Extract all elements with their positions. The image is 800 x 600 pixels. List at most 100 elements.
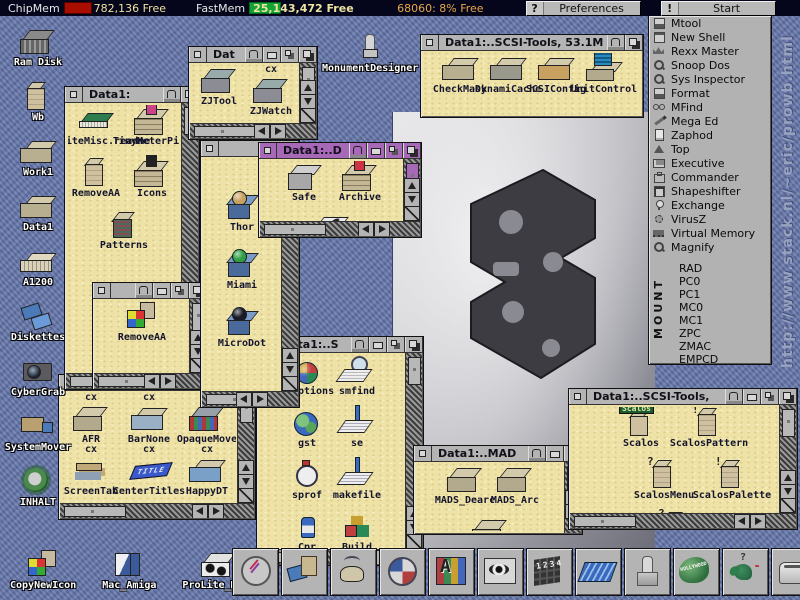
- lock-gadget[interactable]: [351, 337, 369, 352]
- icon-scalosmenu[interactable]: ?ScalosMenu: [630, 459, 698, 511]
- icon-gst[interactable]: gst: [282, 407, 332, 459]
- menu-item-format[interactable]: Format: [649, 86, 771, 100]
- vscroll-knob[interactable]: [408, 357, 421, 385]
- icon-scalospattern[interactable]: !ScalosPattern: [675, 407, 743, 459]
- icon-removeaa[interactable]: RemoveAA: [114, 301, 170, 353]
- scroll-right-arrow[interactable]: [374, 222, 390, 236]
- dock-image-viewer-button[interactable]: [477, 548, 524, 596]
- lock-gadget[interactable]: [725, 389, 743, 404]
- icon-centertitles[interactable]: cxTITLECenterTitles: [120, 445, 178, 497]
- iconify-gadget[interactable]: [153, 283, 171, 298]
- icon-sprof[interactable]: sprof: [282, 459, 332, 511]
- mount-item-pc0[interactable]: PC0: [667, 275, 771, 288]
- resize-gadget[interactable]: [404, 206, 420, 221]
- scroll-down-arrow[interactable]: [282, 362, 298, 377]
- scroll-down-arrow[interactable]: [780, 484, 796, 499]
- mount-item-empcd[interactable]: EMPCD: [667, 353, 771, 366]
- desktop-icon-cybergrab[interactable]: CyberGrab: [8, 356, 68, 398]
- close-gadget[interactable]: [65, 87, 83, 102]
- menu-item-mega-ed[interactable]: Mega Ed: [649, 114, 771, 128]
- depth-gadget[interactable]: [405, 337, 423, 352]
- horizontal-scrollbar[interactable]: [570, 513, 796, 528]
- mount-item-mc0[interactable]: MC0: [667, 301, 771, 314]
- icon-prolitemisc-readme[interactable]: ProLiteMisc.readme: [68, 105, 124, 157]
- depth-gadget[interactable]: [779, 389, 797, 404]
- scroll-right-arrow[interactable]: [160, 374, 176, 388]
- zoom-gadget[interactable]: [281, 47, 299, 62]
- dock-toaster-button[interactable]: [771, 548, 800, 596]
- icon-smfind[interactable]: smfind: [332, 355, 382, 407]
- menu-item-snoop-dos[interactable]: Snoop Dos: [649, 58, 771, 72]
- iconify-gadget[interactable]: [367, 143, 385, 158]
- icon-barnone[interactable]: cxBarNone: [120, 393, 178, 445]
- icon-zjtool[interactable]: ZJTool: [193, 65, 245, 117]
- close-gadget[interactable]: [259, 143, 277, 158]
- scroll-down-arrow[interactable]: [238, 474, 254, 489]
- menu-item-mfind[interactable]: MFind: [649, 100, 771, 114]
- lock-gadget[interactable]: [135, 283, 153, 298]
- icon-unitcontrol[interactable]: UnitControl: [580, 53, 628, 105]
- dock-clock-button[interactable]: [232, 548, 279, 596]
- mount-item-mc1[interactable]: MC1: [667, 314, 771, 327]
- close-gadget[interactable]: [569, 389, 587, 404]
- hscroll-knob[interactable]: [64, 506, 126, 517]
- icon-tinymeterpics[interactable]: TinyMeterPics: [124, 105, 180, 157]
- close-gadget[interactable]: [93, 283, 111, 298]
- scroll-down-arrow[interactable]: [300, 94, 316, 109]
- zoom-gadget[interactable]: [385, 143, 403, 158]
- dock-calculator-button[interactable]: 1234: [526, 548, 573, 596]
- horizontal-scrollbar[interactable]: [190, 123, 316, 138]
- icon-build[interactable]: Build: [332, 511, 382, 549]
- hscroll-knob[interactable]: [264, 224, 326, 235]
- scroll-left-arrow[interactable]: [192, 504, 208, 518]
- scroll-up-arrow[interactable]: [300, 80, 316, 95]
- dock-disk-tools-button[interactable]: [281, 548, 328, 596]
- dock-compass-button[interactable]: [379, 548, 426, 596]
- icon-zjwatch[interactable]: cxZJWatch: [245, 65, 297, 117]
- icon-happydt[interactable]: cxHappyDT: [178, 445, 236, 497]
- icon-scsiconfig[interactable]: SCSIConfig: [532, 53, 580, 105]
- icon-scalospalette[interactable]: !ScalosPalette: [698, 459, 766, 511]
- menu-item-rexx-master[interactable]: Rexx Master: [649, 44, 771, 58]
- icon-mads-arc[interactable]: MADS_Arc: [490, 464, 540, 516]
- desktop-icon-ram-disk[interactable]: Ram Disk: [8, 26, 68, 68]
- icon-archive[interactable]: Archive: [332, 161, 388, 213]
- horizontal-scrollbar[interactable]: [202, 391, 298, 406]
- menu-item-mtool[interactable]: Mtool: [649, 16, 771, 30]
- desktop-icon-monumentdesigner[interactable]: MonumentDesigner: [322, 32, 418, 74]
- scroll-left-arrow[interactable]: [254, 124, 270, 138]
- horizontal-scrollbar[interactable]: [60, 503, 254, 518]
- desktop-icon-systemmover[interactable]: SystemMover: [8, 411, 68, 453]
- icon-checkmask[interactable]: CheckMask: [436, 53, 484, 105]
- icon-dynamicache[interactable]: DynamiCache: [484, 53, 532, 105]
- close-gadget[interactable]: [201, 141, 219, 156]
- vertical-scrollbar[interactable]: [299, 63, 316, 123]
- desktop-icon-diskettes[interactable]: Diskettes: [8, 301, 68, 343]
- mount-item-zpc[interactable]: ZPC: [667, 327, 771, 340]
- dock-mouse-button[interactable]: [330, 548, 377, 596]
- icon-makefile[interactable]: makefile: [332, 459, 382, 511]
- close-gadget[interactable]: [414, 446, 432, 461]
- scroll-right-arrow[interactable]: [270, 124, 286, 138]
- depth-gadget[interactable]: [625, 35, 643, 50]
- preferences-button[interactable]: ? Preferences: [526, 1, 641, 16]
- desktop-icon-inhalt[interactable]: INHALT: [8, 466, 68, 508]
- titlebar[interactable]: Data1:..MAD: [414, 446, 582, 462]
- icon-icons[interactable]: Icons: [124, 157, 180, 209]
- icon-removeaa[interactable]: RemoveAA: [68, 157, 124, 209]
- horizontal-scrollbar[interactable]: [260, 221, 420, 236]
- menu-item-virtual-memory[interactable]: Virtual Memory: [649, 226, 771, 240]
- scroll-up-arrow[interactable]: [282, 348, 298, 363]
- dock-hollywood-button[interactable]: HOLLYWOOD: [673, 548, 720, 596]
- zoom-gadget[interactable]: [761, 389, 779, 404]
- zoom-gadget[interactable]: [171, 283, 189, 298]
- menu-item-executive[interactable]: Executive: [649, 156, 771, 170]
- scroll-right-arrow[interactable]: [208, 504, 224, 518]
- icon-scalos[interactable]: ScalosScalos: [607, 407, 675, 459]
- icon-safe[interactable]: Safe: [276, 161, 332, 213]
- scroll-left-arrow[interactable]: [734, 514, 750, 528]
- desktop-icon-wb[interactable]: Wb: [8, 81, 68, 123]
- depth-gadget[interactable]: [403, 143, 421, 158]
- menu-item-commander[interactable]: Commander: [649, 170, 771, 184]
- close-gadget[interactable]: [421, 35, 439, 50]
